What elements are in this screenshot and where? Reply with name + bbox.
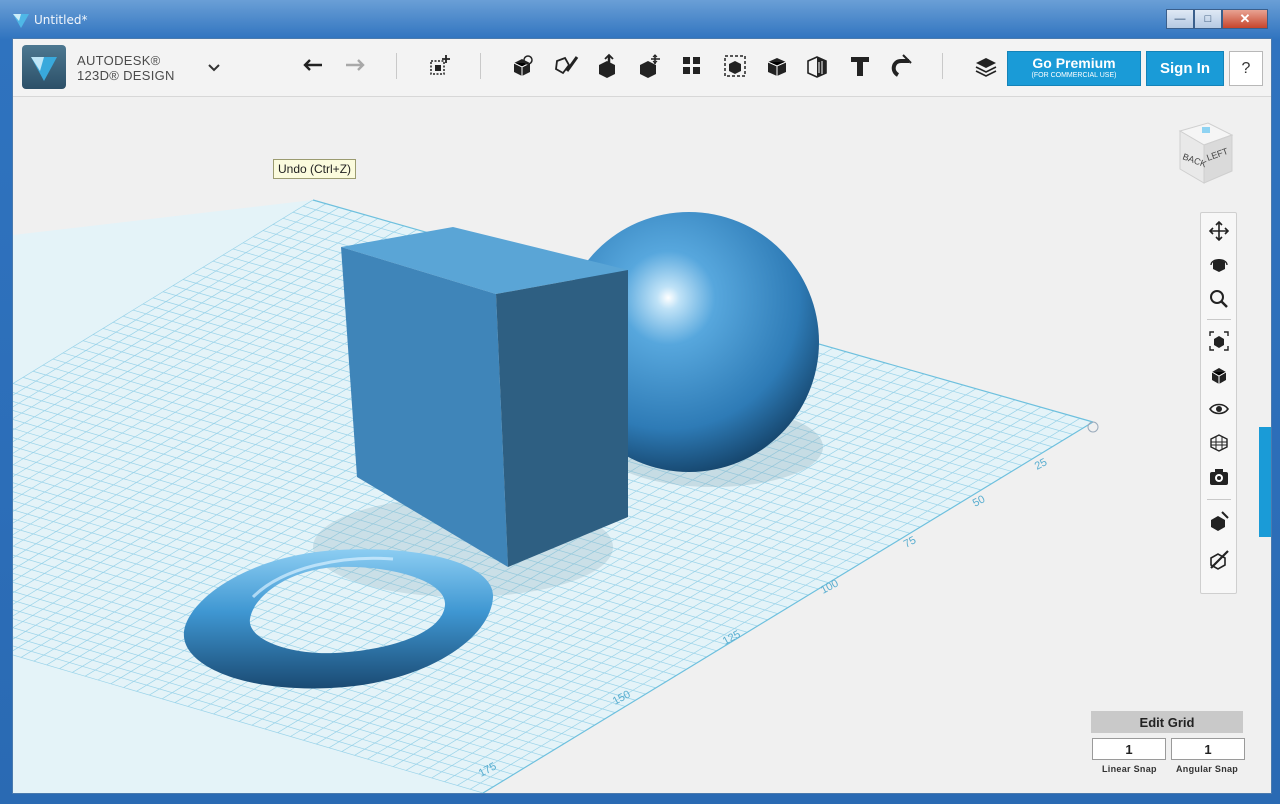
sign-in-button[interactable]: Sign In bbox=[1146, 51, 1224, 86]
text-icon bbox=[851, 57, 869, 76]
eye-icon bbox=[1209, 403, 1229, 415]
combine-icon bbox=[767, 58, 787, 76]
edit-grid-button[interactable]: Edit Grid bbox=[1091, 711, 1243, 733]
material-view-icon bbox=[1210, 434, 1228, 452]
hide-icon bbox=[1210, 550, 1229, 570]
material-button[interactable] bbox=[971, 50, 1001, 82]
linear-snap-label: Linear Snap bbox=[1102, 764, 1157, 774]
grid-label: 25 bbox=[1033, 456, 1049, 472]
app-menu-logo[interactable] bbox=[22, 45, 66, 89]
modify-button[interactable] bbox=[635, 50, 665, 82]
app-logo-icon bbox=[13, 14, 29, 28]
modify-icon bbox=[640, 54, 660, 78]
snap-button[interactable] bbox=[887, 50, 917, 82]
construct-icon bbox=[599, 53, 615, 78]
chevron-down-icon[interactable] bbox=[205, 61, 223, 75]
toolbar-divider bbox=[480, 53, 481, 79]
redo-button[interactable] bbox=[339, 50, 369, 82]
text-button[interactable] bbox=[845, 50, 875, 82]
undo-icon bbox=[303, 59, 322, 71]
undo-tooltip: Undo (Ctrl+Z) bbox=[273, 159, 357, 179]
brand-name: AUTODESK® bbox=[77, 53, 161, 68]
navigation-bar bbox=[1200, 212, 1237, 594]
fit-icon bbox=[1209, 331, 1229, 351]
help-button[interactable]: ? bbox=[1229, 51, 1263, 86]
camera-icon bbox=[1210, 469, 1228, 485]
measure-icon bbox=[807, 56, 827, 78]
3d-viewport[interactable]: 25 50 75 100 125 150 175 Undo (Ctrl+Z) B… bbox=[13, 97, 1271, 793]
pattern-button[interactable] bbox=[677, 50, 707, 82]
linear-snap-field[interactable]: 1 bbox=[1092, 738, 1166, 760]
main-toolbar: AUTODESK® 123D® DESIGN Go Premium (FOR C… bbox=[13, 39, 1271, 97]
close-button[interactable]: ✕ bbox=[1222, 9, 1268, 29]
zoom-button[interactable] bbox=[1205, 285, 1233, 313]
transform-icon bbox=[430, 55, 450, 75]
hide-button[interactable] bbox=[1205, 545, 1233, 573]
transform-button[interactable] bbox=[424, 50, 454, 82]
fit-button[interactable] bbox=[1205, 327, 1233, 355]
nav-divider bbox=[1207, 319, 1231, 320]
snap-icon bbox=[891, 54, 912, 77]
pattern-icon bbox=[683, 57, 700, 74]
views-button[interactable] bbox=[1205, 361, 1233, 389]
pan-icon bbox=[1208, 220, 1230, 242]
product-name: 123D® DESIGN bbox=[77, 68, 175, 83]
combine-button[interactable] bbox=[762, 50, 792, 82]
autodesk-logo-icon bbox=[31, 57, 57, 81]
toolbar-divider bbox=[396, 53, 397, 79]
nav-divider bbox=[1207, 499, 1231, 500]
redo-icon bbox=[346, 59, 365, 71]
go-premium-label: Go Premium bbox=[1032, 55, 1116, 71]
app-client-area: AUTODESK® 123D® DESIGN Go Premium (FOR C… bbox=[12, 38, 1272, 794]
undo-button[interactable] bbox=[299, 50, 329, 82]
application-window: Untitled* — □ ✕ AUTODESK® 123D® DESIGN G… bbox=[0, 0, 1280, 804]
capture-button[interactable] bbox=[1205, 463, 1233, 491]
toolbar-divider bbox=[942, 53, 943, 79]
angular-snap-field[interactable]: 1 bbox=[1171, 738, 1245, 760]
material-view-button[interactable] bbox=[1205, 429, 1233, 457]
scene-canvas[interactable]: 25 50 75 100 125 150 175 bbox=[13, 97, 1271, 793]
grid-label: 50 bbox=[971, 493, 987, 509]
grouping-button[interactable] bbox=[720, 50, 750, 82]
construct-button[interactable] bbox=[593, 50, 623, 82]
orbit-icon bbox=[1210, 259, 1228, 272]
pan-button[interactable] bbox=[1205, 217, 1233, 245]
primitives-icon bbox=[513, 55, 533, 76]
measure-button[interactable] bbox=[803, 50, 833, 82]
window-controls: — □ ✕ bbox=[1166, 9, 1268, 29]
sketch-button[interactable] bbox=[551, 50, 581, 82]
minimize-button[interactable]: — bbox=[1166, 9, 1194, 29]
go-premium-button[interactable]: Go Premium (FOR COMMERCIAL USE) bbox=[1007, 51, 1141, 86]
side-panel-toggle[interactable] bbox=[1259, 427, 1271, 537]
zoom-icon bbox=[1210, 290, 1228, 308]
maximize-button[interactable]: □ bbox=[1194, 9, 1222, 29]
orbit-button[interactable] bbox=[1205, 251, 1233, 279]
go-premium-sublabel: (FOR COMMERCIAL USE) bbox=[1031, 72, 1117, 79]
view-cube[interactable]: BACK LEFT bbox=[1168, 115, 1244, 191]
views-icon bbox=[1211, 368, 1227, 384]
angular-snap-label: Angular Snap bbox=[1176, 764, 1239, 774]
sketch-icon bbox=[555, 56, 579, 75]
visibility-button[interactable] bbox=[1205, 395, 1233, 423]
material-icon bbox=[975, 58, 997, 77]
component-icon bbox=[1211, 511, 1229, 531]
component-button[interactable] bbox=[1205, 507, 1233, 535]
title-bar: Untitled* — □ ✕ bbox=[0, 0, 1280, 40]
window-title: Untitled* bbox=[34, 13, 88, 27]
primitives-button[interactable] bbox=[508, 50, 538, 82]
grouping-icon bbox=[724, 55, 746, 77]
